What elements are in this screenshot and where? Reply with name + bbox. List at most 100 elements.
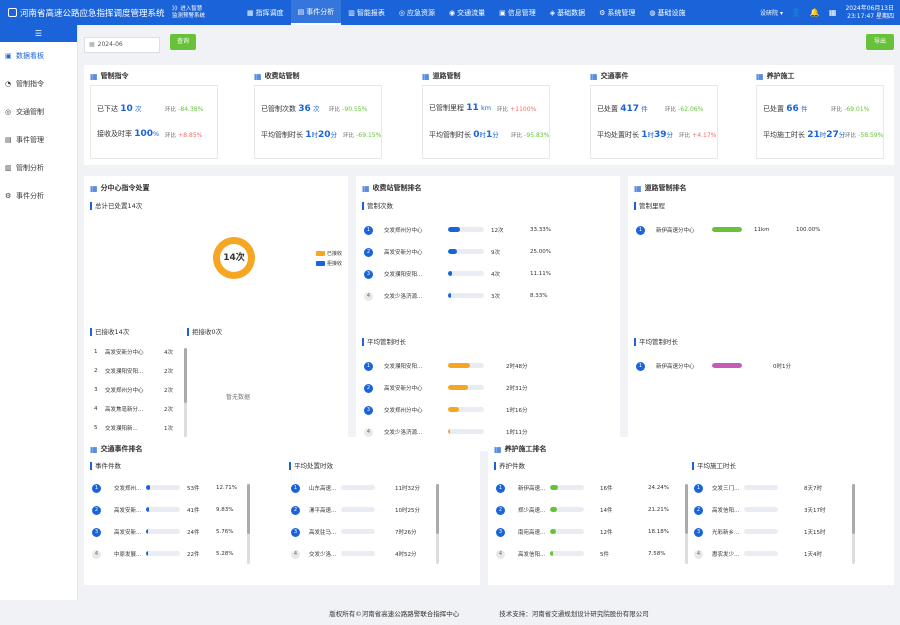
grid-icon: ▦ xyxy=(756,71,764,81)
rank-row[interactable]: 5 交发濮阳新... 1次 xyxy=(92,421,182,435)
rank-name: 高发信阳... xyxy=(712,508,740,514)
sidebar-item-event-analysis[interactable]: ⚙ 事件分析 xyxy=(0,182,77,210)
rank-row[interactable]: 4 高发焦亳新分... 2次 xyxy=(92,402,182,416)
rank-row[interactable]: 3 交发郑州分中心 1时16分 xyxy=(364,403,604,417)
nav-reports[interactable]: ▥ 智能报表 xyxy=(341,0,392,25)
month-picker[interactable]: ▦ 2024-06 xyxy=(84,37,160,53)
rank-badge: 4 xyxy=(92,549,101,559)
rank-row[interactable]: 4 交发少洛济源... 3次 8.33% xyxy=(364,289,604,303)
rank-row[interactable]: 1 交发郑州... 53件 12.71% xyxy=(92,481,242,495)
user-menu[interactable]: 设研院 ▾ xyxy=(760,8,783,17)
nav-base-data[interactable]: ◈ 基础数据 xyxy=(543,0,592,25)
sidebar-item-label: 管制分析 xyxy=(16,164,44,172)
rank-row[interactable]: 2 郑少高速... 14件 21.21% xyxy=(496,503,686,517)
rank-row[interactable]: 2 高发安新分中心 9次 25.00% xyxy=(364,245,604,259)
app-title: 河南省高速公路应急指挥调度管理系统 xyxy=(0,7,172,19)
grid-icon: ▦ xyxy=(90,444,98,454)
rank-name: 交发濮阳安阳... xyxy=(105,369,144,375)
sidebar-item-dashboard[interactable]: ▣ 数据看板 xyxy=(0,42,77,70)
rank-pct: 33.33% xyxy=(530,227,551,233)
rank-name: 高发驻马... xyxy=(309,530,337,536)
rank-row[interactable]: 3 光彩新乡... 1天15时 xyxy=(694,525,844,539)
rank-row[interactable]: 4 交发少洛... 4时52分 xyxy=(291,547,441,561)
scroll-thumb[interactable] xyxy=(184,348,187,403)
user-icon[interactable]: 👤 xyxy=(791,8,801,17)
rank-row[interactable]: 4 惠农发少... 1天4时 xyxy=(694,547,844,561)
stat-label: 已管制次数 xyxy=(261,105,296,113)
rank-row[interactable]: 1 新伊高速分中心 0时1分 xyxy=(636,359,876,373)
rank-row[interactable]: 1 交发郑州分中心 12次 33.33% xyxy=(364,223,604,237)
rank-row[interactable]: 1 交发濮阳安阳... 2时48分 xyxy=(364,359,604,373)
nav-system[interactable]: ⚙ 系统管理 xyxy=(592,0,642,25)
scroll-thumb[interactable] xyxy=(436,484,439,534)
rank-row[interactable]: 2 高发信阳... 3天17时 xyxy=(694,503,844,517)
rank-row[interactable]: 1 新伊高速分中心 11km 100.00% xyxy=(636,223,876,237)
scroll-thumb[interactable] xyxy=(247,484,250,534)
progress-bar xyxy=(550,529,584,534)
rank-count: 4次 xyxy=(164,350,173,356)
rank-row[interactable]: 2 高发安新分中心 2时31分 xyxy=(364,381,604,395)
rank-value: 24件 xyxy=(187,530,200,536)
sidebar-toggle[interactable]: ☰ xyxy=(0,25,77,42)
compare-label: 环比 xyxy=(497,107,509,113)
sidebar-item-label: 事件分析 xyxy=(16,192,44,200)
rank-badge: 3 xyxy=(364,269,373,279)
calendar-icon[interactable]: ▦ xyxy=(829,8,837,17)
sidebar-item-analysis[interactable]: ▥ 管制分析 xyxy=(0,154,77,182)
sidebar-item-event[interactable]: ▤ 事件管理 xyxy=(0,126,77,154)
stat-value: 66 xyxy=(786,104,799,114)
maint-count-list: 1 新伊高速... 16件 24.24% 2 郑少高速... 14件 21.21% 3 南宛高速.… xyxy=(496,481,686,581)
rank-badge: 3 xyxy=(291,527,300,537)
rank-row[interactable]: 1 高发安新分中心 4次 xyxy=(92,345,182,359)
nav-label: 基础数据 xyxy=(557,8,586,17)
received-list: 1 高发安新分中心 4次 2 交发濮阳安阳... 2次 3 交发郑州分中心 2次 4 高发焦亳新分.… xyxy=(92,345,184,443)
rank-row[interactable]: 2 漯平高速... 10时25分 xyxy=(291,503,441,517)
toll-ranking-card: ▦ 收费站管制排名 管制次数 1 交发郑州分中心 12次 33.33% 2 高发安新分中心 9… xyxy=(356,176,635,451)
query-button[interactable]: 查询 xyxy=(170,34,196,50)
nav-dispatch[interactable]: ▦ 指挥调度 xyxy=(240,0,291,25)
rank-row[interactable]: 3 交发郑州分中心 2次 xyxy=(92,383,182,397)
nav-event-analysis[interactable]: ▤ 事件分析 xyxy=(290,0,342,25)
progress-bar xyxy=(712,227,742,232)
nav-facility[interactable]: ◍ 基础设施 xyxy=(642,0,692,25)
nav-traffic[interactable]: ◉ 交通流量 xyxy=(442,0,492,25)
stat-label: 平均管制时长 xyxy=(261,131,303,139)
enter-monitor-link[interactable]: 》》进入智慧 监测预警系统 xyxy=(172,6,234,20)
nav-info[interactable]: ▣ 信息管理 xyxy=(492,0,543,25)
maint-count-scrollbar[interactable] xyxy=(685,484,688,564)
footer-copyright: 版权所有©河南省高速公路路警联合指挥中心 xyxy=(329,609,460,618)
export-button[interactable]: 导出 xyxy=(866,34,894,50)
sidebar-item-control[interactable]: ◎ 交通管制 xyxy=(0,98,77,126)
rank-row[interactable]: 1 交发三门... 8天7时 xyxy=(694,481,844,495)
traffic-count-scrollbar[interactable] xyxy=(247,484,250,564)
rank-name: 交发郑州分中心 xyxy=(105,388,144,394)
rank-value: 14件 xyxy=(600,508,613,514)
sidebar-item-command[interactable]: ◔ 管制指令 xyxy=(0,70,77,98)
rank-row[interactable]: 2 交发濮阳安阳... 2次 xyxy=(92,364,182,378)
nav-label: 指挥调度 xyxy=(255,8,284,17)
rank-row[interactable]: 3 高发安新... 24件 5.76% xyxy=(92,525,242,539)
scroll-thumb[interactable] xyxy=(852,484,855,534)
road-sec1: 管制里程 xyxy=(634,202,665,210)
scroll-thumb[interactable] xyxy=(685,484,688,534)
rank-row[interactable]: 4 中原发展... 22件 5.28% xyxy=(92,547,242,561)
rank-index: 1 xyxy=(94,349,98,355)
rank-row[interactable]: 4 高发信阳... 5件 7.58% xyxy=(496,547,686,561)
rank-name: 新伊高速... xyxy=(518,486,546,492)
stat-value: 11 xyxy=(466,103,479,113)
received-scrollbar[interactable] xyxy=(184,348,187,438)
rank-row[interactable]: 1 山东高速... 11时32分 xyxy=(291,481,441,495)
rank-row[interactable]: 3 交发濮阳安阳... 4次 11.11% xyxy=(364,267,604,281)
rank-row[interactable]: 2 高发安新... 41件 9.83% xyxy=(92,503,242,517)
rank-row[interactable]: 3 高发驻马... 7时26分 xyxy=(291,525,441,539)
footer-support: 技术支持：河南省交通规划设计研究院股份有限公司 xyxy=(499,609,649,618)
rank-row[interactable]: 3 南宛高速... 12件 18.18% xyxy=(496,525,686,539)
maint-duration-scrollbar[interactable] xyxy=(852,484,855,564)
toll-duration-list: 1 交发濮阳安阳... 2时48分 2 高发安新分中心 2时31分 3 交发郑州分中心 1时16… xyxy=(364,359,604,443)
bell-icon[interactable]: 🔔 xyxy=(810,8,820,17)
nav-resources[interactable]: ◎ 应急资源 xyxy=(392,0,442,25)
traffic-duration-scrollbar[interactable] xyxy=(436,484,439,564)
rank-row[interactable]: 1 新伊高速... 16件 24.24% xyxy=(496,481,686,495)
received-label: 已接收14次 xyxy=(90,328,129,336)
road-mileage-list: 1 新伊高速分中心 11km 100.00% xyxy=(636,223,876,253)
